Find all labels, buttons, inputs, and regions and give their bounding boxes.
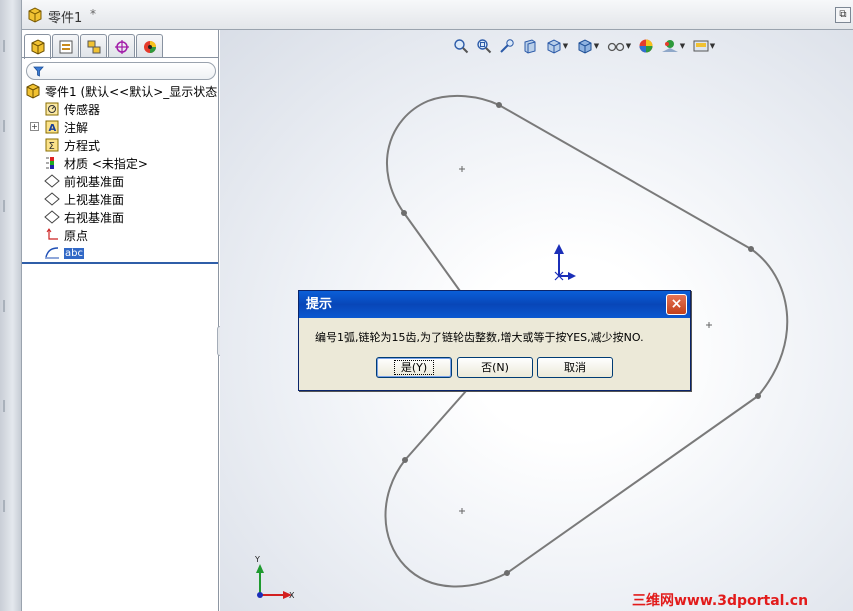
sketch-point[interactable] bbox=[748, 246, 754, 252]
sketch-line-bottom[interactable] bbox=[506, 395, 759, 574]
sketch-arc-bottom[interactable] bbox=[384, 459, 508, 588]
reference-triad bbox=[256, 564, 292, 599]
sketch-point[interactable] bbox=[755, 393, 761, 399]
yes-button[interactable]: 是(Y) bbox=[376, 357, 452, 378]
sketch-line-left-lower[interactable] bbox=[404, 390, 467, 461]
no-button[interactable]: 否(N) bbox=[457, 357, 533, 378]
sketch-point[interactable] bbox=[401, 210, 407, 216]
dialog-message: 编号1弧,链轮为15齿,为了链轮齿整数,增大或等于按YES,减少按NO. bbox=[315, 331, 644, 344]
sketch-line-top[interactable] bbox=[498, 104, 752, 250]
site-watermark: 三维网www.3dportal.cn bbox=[632, 593, 809, 609]
arc-center-mark[interactable] bbox=[706, 322, 712, 328]
sketch-point[interactable] bbox=[496, 102, 502, 108]
sketch-line-left-upper[interactable] bbox=[403, 212, 466, 299]
close-button[interactable]: × bbox=[666, 294, 687, 315]
arc-center-mark[interactable] bbox=[459, 508, 465, 514]
dialog-title: 提示 bbox=[299, 291, 690, 318]
sketch-arc-right[interactable] bbox=[750, 248, 789, 397]
yes-button-label: 是(Y) bbox=[393, 360, 435, 375]
sketch-origin-icon bbox=[554, 244, 576, 281]
triad-x-label: X bbox=[289, 591, 295, 600]
arc-center-mark[interactable] bbox=[459, 166, 465, 172]
triad-y-label: Y bbox=[255, 555, 260, 564]
prompt-dialog: 提示 × 编号1弧,链轮为15齿,为了链轮齿整数,增大或等于按YES,减少按NO… bbox=[298, 290, 691, 391]
sketch-point[interactable] bbox=[402, 457, 408, 463]
cancel-button[interactable]: 取消 bbox=[537, 357, 613, 378]
sketch-arc-top[interactable] bbox=[386, 95, 500, 214]
sketch-point[interactable] bbox=[504, 570, 510, 576]
